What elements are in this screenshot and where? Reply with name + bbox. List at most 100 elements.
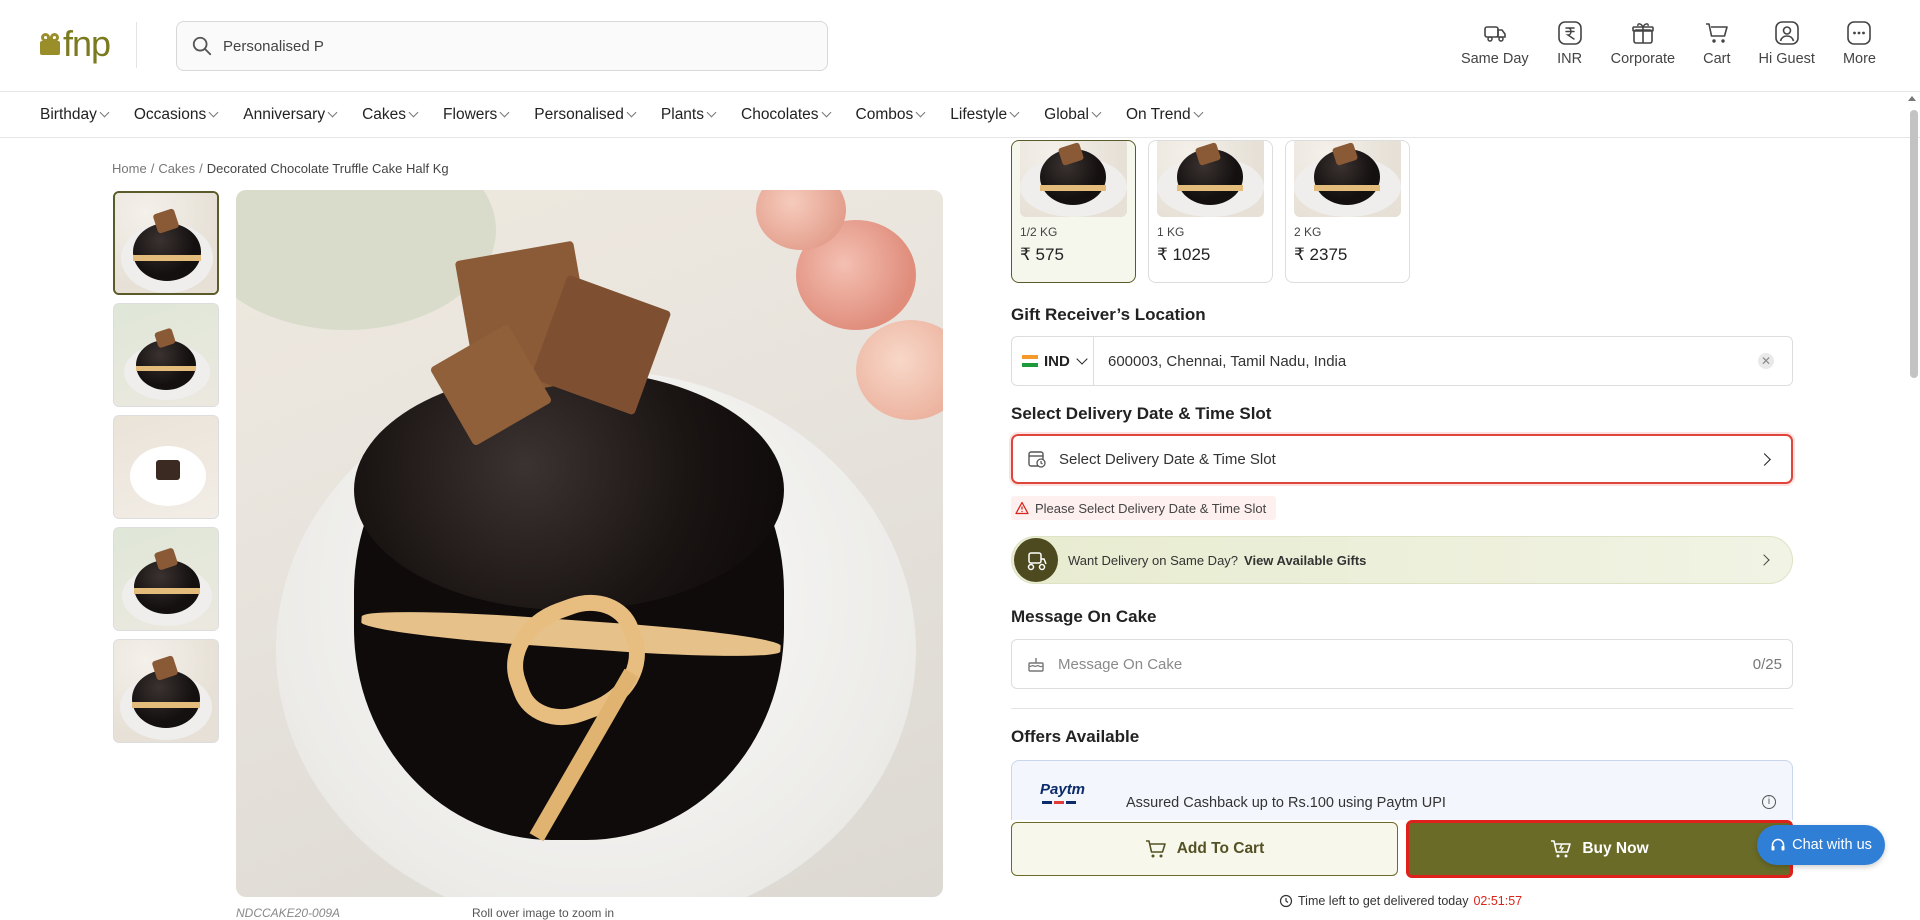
breadcrumb-cakes[interactable]: Cakes (158, 161, 195, 176)
calendar-clock-icon (1028, 451, 1046, 468)
buy-now-button[interactable]: Buy Now (1406, 820, 1793, 878)
nav-item-global[interactable]: Global (1044, 105, 1102, 124)
chat-with-us-button[interactable]: Chat with us (1757, 825, 1885, 865)
nav-item-combos[interactable]: Combos (855, 105, 926, 124)
timer-value: 02:51:57 (1473, 894, 1523, 908)
cart-icon (1145, 840, 1166, 858)
clear-location-icon[interactable]: ✕ (1758, 353, 1774, 369)
weight-option-half-kg[interactable]: 1/2 KG ₹ 575 (1011, 140, 1136, 283)
header-actions: Same Day INR Corporate Cart Hi Guest Mor… (1433, 20, 1876, 67)
location-input[interactable]: 600003, Chennai, Tamil Nadu, India (1094, 353, 1758, 370)
chat-label: Chat with us (1792, 837, 1872, 853)
nav-label: Flowers (443, 105, 498, 123)
cart-label: Cart (1703, 51, 1731, 67)
nav-label: Combos (855, 105, 914, 123)
thumbnail-5[interactable] (113, 639, 219, 743)
location-field: IND 600003, Chennai, Tamil Nadu, India ✕ (1011, 336, 1793, 386)
view-available-gifts-link[interactable]: View Available Gifts (1244, 553, 1366, 568)
same-day-banner[interactable]: Want Delivery on Same Day? View Available… (1011, 536, 1793, 584)
thumbnail-2[interactable] (113, 303, 219, 407)
weight-label: 1 KG (1157, 225, 1185, 239)
india-flag-icon (1022, 355, 1038, 367)
nav-label: Personalised (534, 105, 624, 123)
thumbnail-4[interactable] (113, 527, 219, 631)
rupee-icon (1557, 21, 1582, 45)
nav-item-plants[interactable]: Plants (660, 105, 717, 124)
currency-button[interactable]: INR (1557, 20, 1583, 67)
nav-label: Occasions (133, 105, 207, 123)
weight-price: ₹ 575 (1020, 245, 1064, 264)
nav-item-lifestyle[interactable]: Lifestyle (950, 105, 1020, 124)
delivery-title: Select Delivery Date & Time Slot (1011, 404, 1272, 423)
header-divider (136, 22, 137, 68)
nav-label: Global (1044, 105, 1089, 123)
same-day-label: Same Day (1460, 51, 1529, 67)
chevron-right-icon (1758, 554, 1770, 566)
cart-button[interactable]: Cart (1703, 20, 1731, 67)
message-on-cake-input[interactable]: Message On Cake 0/25 (1011, 639, 1793, 689)
country-select[interactable]: IND (1012, 337, 1094, 385)
nav-label: Plants (660, 105, 704, 123)
user-icon (1774, 21, 1799, 45)
search-value: Personalised P (223, 37, 324, 55)
chevron-down-icon (706, 107, 717, 118)
weight-thumbnail (1157, 141, 1264, 217)
nav-item-cakes[interactable]: Cakes (362, 106, 419, 124)
more-button[interactable]: More (1843, 20, 1876, 67)
nav-item-flowers[interactable]: Flowers (443, 105, 510, 124)
nav-label: Chocolates (741, 105, 819, 123)
same-day-question: Want Delivery on Same Day? (1068, 552, 1239, 568)
weight-option-1-kg[interactable]: 1 KG ₹ 1025 (1148, 140, 1273, 283)
delivery-timer: Time left to get delivered today 02:51:5… (1279, 894, 1522, 908)
breadcrumb-home[interactable]: Home (112, 161, 147, 176)
account-button[interactable]: Hi Guest (1759, 20, 1815, 67)
thumbnail-3[interactable] (113, 415, 219, 519)
weight-label: 2 KG (1294, 225, 1322, 239)
cake-icon (1028, 658, 1044, 672)
message-title: Message On Cake (1011, 607, 1157, 626)
chevron-down-icon (327, 107, 338, 118)
offers-title: Offers Available (1011, 727, 1140, 746)
info-icon[interactable]: i (1762, 795, 1776, 809)
location-title: Gift Receiver’s Location (1011, 305, 1206, 324)
chevron-down-icon (821, 107, 831, 118)
corporate-gift-icon (1632, 23, 1654, 44)
delivery-scooter-icon (1014, 538, 1058, 582)
same-day-text: Want Delivery on Same Day? View Available… (1068, 553, 1760, 568)
nav-item-occasions[interactable]: Occasions (133, 105, 219, 124)
product-main-image[interactable] (236, 190, 943, 897)
weight-option-2-kg[interactable]: 2 KG ₹ 2375 (1285, 140, 1410, 283)
add-to-cart-button[interactable]: Add To Cart (1011, 822, 1398, 876)
chevron-down-icon (915, 107, 926, 118)
scroll-up-arrow-icon[interactable] (1908, 96, 1916, 101)
chevron-down-icon (1193, 107, 1204, 118)
chevron-down-icon (626, 107, 637, 118)
breadcrumb-separator: / (150, 161, 155, 176)
add-to-cart-label: Add To Cart (1176, 840, 1265, 857)
paytm-logo: Paytm (1040, 781, 1086, 798)
currency-label: INR (1557, 51, 1583, 67)
delivery-error-text: Please Select Delivery Date & Time Slot (1035, 500, 1267, 516)
thumbnail-1[interactable] (113, 191, 219, 295)
country-code: IND (1044, 352, 1070, 370)
delivery-date-selector[interactable]: Select Delivery Date & Time Slot (1011, 434, 1793, 484)
nav-item-anniversary[interactable]: Anniversary (243, 106, 338, 124)
nav-item-personalised[interactable]: Personalised (534, 105, 637, 124)
same-day-button[interactable]: Same Day (1461, 20, 1529, 67)
timer-text: Time left to get delivered today (1298, 894, 1469, 908)
corporate-button[interactable]: Corporate (1611, 20, 1675, 67)
product-sku: NDCCAKE20-009A (236, 906, 341, 920)
weight-price: ₹ 1025 (1157, 245, 1211, 264)
nav-item-on-trend[interactable]: On Trend (1126, 106, 1204, 124)
search-input[interactable]: Personalised P (176, 21, 828, 71)
offer-card[interactable]: Paytm Assured Cashback up to Rs.100 usin… (1011, 760, 1793, 820)
nav-item-chocolates[interactable]: Chocolates (741, 105, 831, 124)
nav-label: Birthday (40, 105, 97, 123)
nav-item-birthday[interactable]: Birthday (40, 105, 110, 124)
chevron-down-icon (208, 107, 219, 118)
fnp-logo[interactable]: fnp (40, 26, 111, 62)
warning-icon (1015, 501, 1029, 515)
nav-label: Lifestyle (950, 105, 1008, 123)
page-scrollbar[interactable] (1910, 110, 1918, 378)
cart-lightning-icon (1551, 840, 1572, 858)
